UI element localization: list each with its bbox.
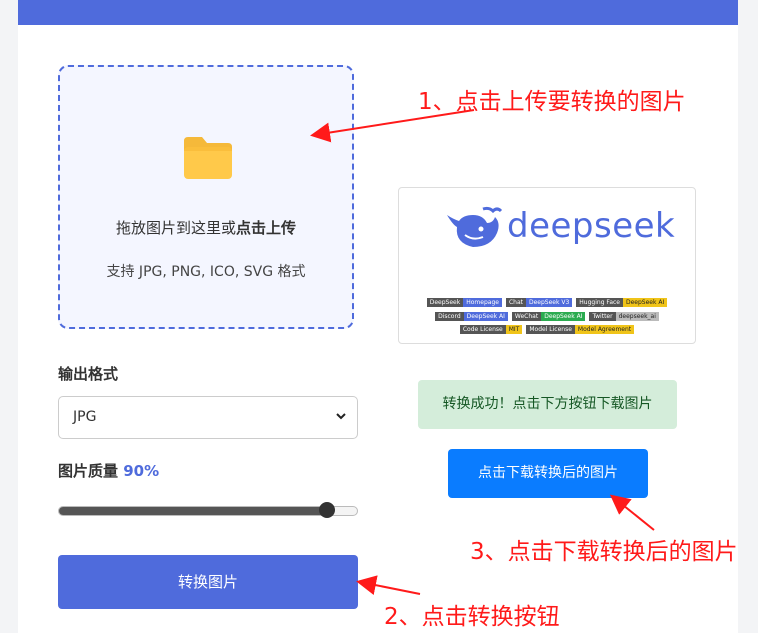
upload-dropzone[interactable]: 拖放图片到这里或点击上传 支持 JPG, PNG, ICO, SVG 格式 xyxy=(58,65,354,329)
folder-icon xyxy=(184,137,232,179)
badge-label: Discord xyxy=(435,312,464,321)
badge-label: DeepSeek xyxy=(426,298,464,307)
success-message: 转换成功！点击下方按钮下载图片 xyxy=(418,380,677,429)
format-select[interactable]: JPG xyxy=(58,396,358,439)
badge-row: Discord DeepSeek AI WeChat DeepSeek AI Twitt… xyxy=(399,312,695,321)
badge: Model License Model Agreement xyxy=(526,325,635,334)
badge-label: Twitter xyxy=(589,312,616,321)
badge: DeepSeek Homepage xyxy=(426,298,502,307)
download-button[interactable]: 点击下载转换后的图片 xyxy=(448,449,648,498)
deepseek-wordmark: deepseek xyxy=(507,206,676,246)
annotation-step2: 2、点击转换按钮 xyxy=(384,604,560,630)
annotation-step1: 1、点击上传要转换的图片 xyxy=(418,89,686,115)
convert-button[interactable]: 转换图片 xyxy=(58,555,358,609)
badge-value: DeepSeek V3 xyxy=(525,298,573,307)
quality-slider-fill xyxy=(59,507,328,515)
badge: Hugging Face DeepSeek AI xyxy=(576,298,668,307)
upload-click-link[interactable]: 点击上传 xyxy=(236,219,296,237)
quality-label-text: 图片质量 xyxy=(58,462,119,480)
badge-row: Code License MIT Model License Model Agreem… xyxy=(399,325,695,334)
badge-value: DeepSeek AI xyxy=(622,298,668,307)
quality-slider[interactable] xyxy=(58,502,358,518)
badge: Code License MIT xyxy=(459,325,523,334)
deepseek-whale-logo xyxy=(447,206,503,247)
annotation-step3: 3、点击下载转换后的图片 xyxy=(470,539,738,565)
badge-value: DeepSeek AI xyxy=(541,312,586,321)
badge: Discord DeepSeek AI xyxy=(435,312,508,321)
badge: Chat DeepSeek V3 xyxy=(505,298,573,307)
badge: WeChat DeepSeek AI xyxy=(511,312,586,321)
badge-value: deepseek_ai xyxy=(615,312,659,321)
format-label: 输出格式 xyxy=(58,365,119,383)
upload-prompt: 拖放图片到这里或点击上传 xyxy=(60,217,352,238)
quality-label: 图片质量 90% xyxy=(58,460,159,481)
badge-label: WeChat xyxy=(511,312,542,321)
badge-value: DeepSeek AI xyxy=(463,312,508,321)
header-bar xyxy=(18,0,738,25)
badge-label: Hugging Face xyxy=(576,298,623,307)
badge-label: Code License xyxy=(459,325,506,334)
badge-value: Homepage xyxy=(463,298,502,307)
supported-formats: 支持 JPG, PNG, ICO, SVG 格式 xyxy=(106,264,306,280)
image-preview: deepseek DeepSeek Homepage Chat DeepSeek V3… xyxy=(398,187,696,344)
quality-value: 90% xyxy=(123,462,160,480)
format-selected-value: JPG xyxy=(73,409,97,425)
badge-label: Model License xyxy=(526,325,575,334)
quality-slider-thumb[interactable] xyxy=(319,502,336,518)
upload-prompt-text: 拖放图片到这里或 xyxy=(115,219,236,237)
badge: Twitter deepseek_ai xyxy=(589,312,659,321)
badge-row: DeepSeek Homepage Chat DeepSeek V3 Hugging F… xyxy=(399,298,695,307)
badge-value: MIT xyxy=(505,325,523,334)
badge-label: Chat xyxy=(505,298,526,307)
badge-value: Model Agreement xyxy=(574,325,635,334)
chevron-down-icon xyxy=(336,413,346,420)
